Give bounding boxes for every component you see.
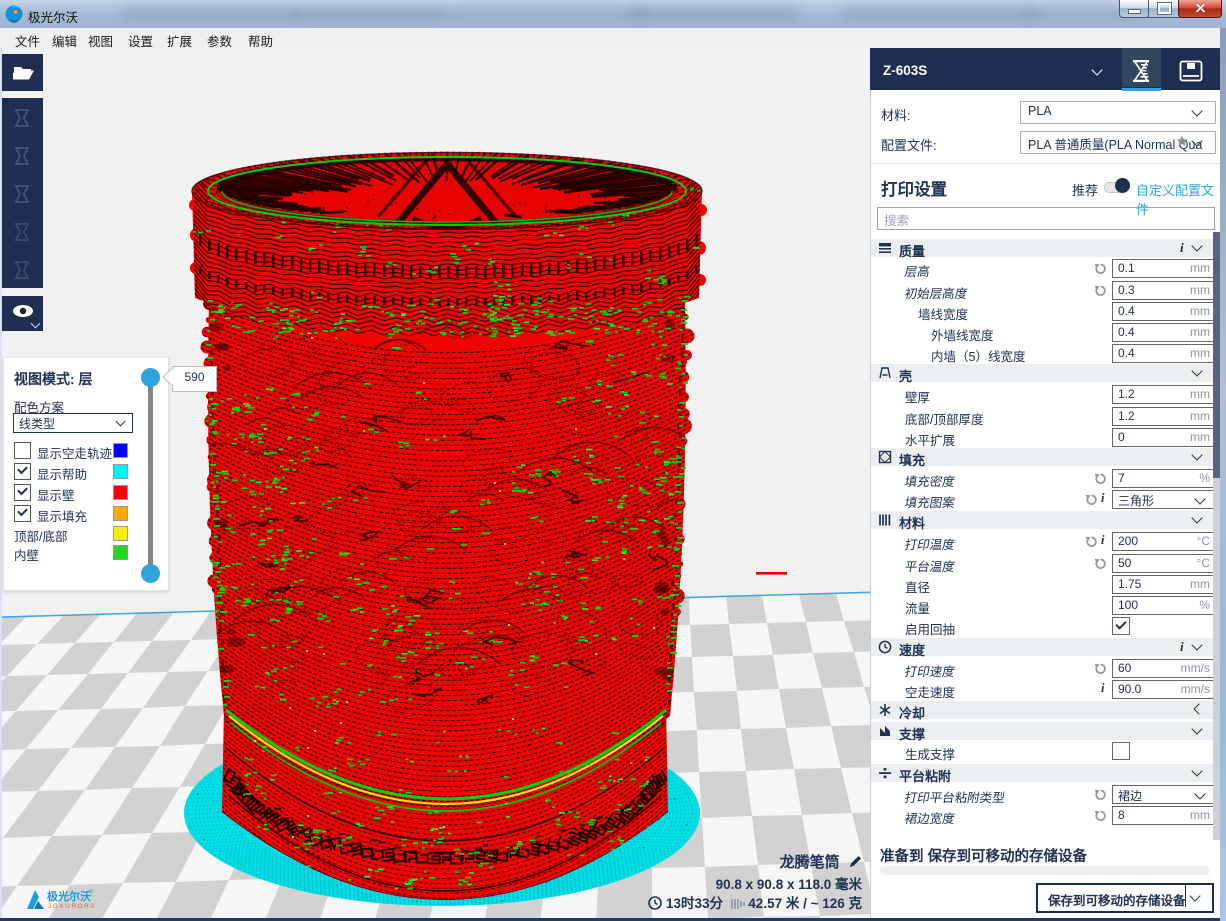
svg-text:®: ® <box>89 889 94 896</box>
svg-text:JGAURORA: JGAURORA <box>48 903 96 910</box>
svg-text:极光尔沃: 极光尔沃 <box>47 889 92 903</box>
